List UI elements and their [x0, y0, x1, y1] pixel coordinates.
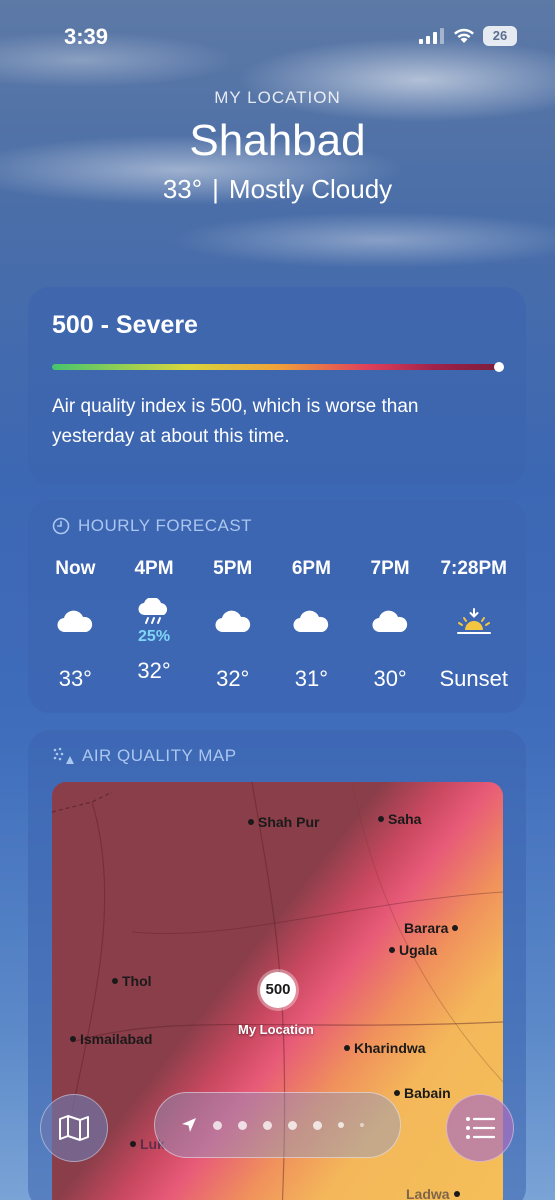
air-map-heading: AIR QUALITY MAP	[52, 746, 237, 766]
hour-temp: 33°	[58, 666, 92, 691]
hour-item: 7:28PM Sunset	[429, 558, 518, 692]
map-place-ugala: Ugala	[389, 942, 437, 958]
status-bar: 3:39 26	[0, 22, 555, 52]
location-arrow-icon	[182, 1118, 196, 1132]
page-dot[interactable]	[238, 1120, 247, 1130]
air-quality-icon	[53, 747, 74, 764]
list-icon	[466, 1117, 496, 1139]
map-place-saha: Saha	[378, 811, 421, 827]
aqi-indicator-dot	[494, 362, 504, 372]
hour-item: 5PM 32°	[193, 558, 272, 692]
cloud-icon	[193, 594, 272, 650]
hour-item: 4PM 25% 32°	[115, 558, 194, 692]
cloud-icon	[351, 594, 430, 650]
weather-summary: 33° | Mostly Cloudy	[0, 174, 555, 205]
aqi-scale-bar	[52, 362, 504, 372]
hour-temp: 32°	[137, 658, 171, 683]
hour-time: 5PM	[213, 558, 253, 579]
map-button[interactable]	[40, 1094, 108, 1162]
location-pager[interactable]	[154, 1092, 401, 1158]
hour-time: 7PM	[370, 558, 410, 579]
cloud-rain-icon: 25%	[115, 594, 194, 650]
map-place-ladwa: Ladwa	[406, 1186, 460, 1200]
sunset-icon	[429, 594, 518, 650]
air-quality-card[interactable]: 500 - Severe Air quality index is 500, w…	[28, 287, 526, 485]
location-label: MY LOCATION	[214, 88, 341, 107]
clock-icon	[52, 517, 70, 535]
map-place-barara: Barara	[404, 920, 459, 936]
page-dot[interactable]	[263, 1120, 272, 1130]
page-dot[interactable]	[338, 1122, 344, 1128]
current-temperature: 33°	[162, 174, 203, 204]
my-location-label: My Location	[238, 1022, 314, 1037]
map-place-kharindwa: Kharindwa	[344, 1040, 426, 1056]
location-header: MY LOCATION Shahbad 33° | Mostly Cloudy	[0, 88, 555, 205]
page-dot[interactable]	[360, 1123, 364, 1127]
hour-item: 7PM 30°	[351, 558, 430, 692]
status-time: 3:39	[64, 24, 109, 49]
hour-temp: Sunset	[439, 666, 508, 691]
bottom-toolbar	[0, 1090, 555, 1170]
map-icon	[59, 1115, 89, 1141]
hour-time: 4PM	[134, 558, 174, 579]
hour-item: 6PM 31°	[272, 558, 351, 692]
hour-temp: 30°	[373, 666, 407, 691]
hourly-heading-text: HOURLY FORECAST	[78, 516, 253, 535]
precipitation-chance: 25%	[138, 628, 171, 645]
hourly-forecast-card[interactable]: HOURLY FORECAST Now 33° 4PM 25% 32° 5PM	[28, 500, 526, 713]
my-location-aqi-marker[interactable]: 500	[260, 972, 296, 1008]
aqi-description: Air quality index is 500, which is worse…	[52, 396, 419, 447]
page-dot[interactable]	[313, 1120, 322, 1130]
wifi-icon	[454, 28, 474, 43]
map-place-ismailabad: Ismailabad	[70, 1031, 152, 1047]
aqi-title: 500 - Severe	[52, 311, 198, 339]
current-condition: Mostly Cloudy	[228, 174, 393, 204]
hour-time: 6PM	[291, 558, 331, 579]
cloud-icon	[36, 594, 115, 650]
city-name: Shahbad	[189, 116, 366, 165]
hour-item: Now 33°	[36, 558, 115, 692]
battery-icon: 26	[483, 26, 517, 46]
map-place-shah-pur: Shah Pur	[248, 814, 319, 830]
hour-time: Now	[55, 558, 96, 579]
hour-time: 7:28PM	[440, 558, 507, 579]
city-list-button[interactable]	[446, 1094, 514, 1162]
status-icons: 26	[419, 26, 517, 46]
hourly-list: Now 33° 4PM 25% 32° 5PM 32° 6PM 31° 7PM …	[36, 558, 518, 692]
page-dot[interactable]	[288, 1120, 297, 1130]
page-dot[interactable]	[213, 1120, 222, 1130]
map-place-thol: Thol	[112, 973, 152, 989]
signal-icon	[419, 28, 444, 44]
cloud-icon	[272, 594, 351, 650]
hour-temp: 32°	[216, 666, 250, 691]
hourly-forecast-heading: HOURLY FORECAST	[52, 516, 252, 536]
summary-separator: |	[212, 174, 219, 204]
air-map-heading-text: AIR QUALITY MAP	[82, 746, 237, 765]
hour-temp: 31°	[294, 666, 329, 691]
